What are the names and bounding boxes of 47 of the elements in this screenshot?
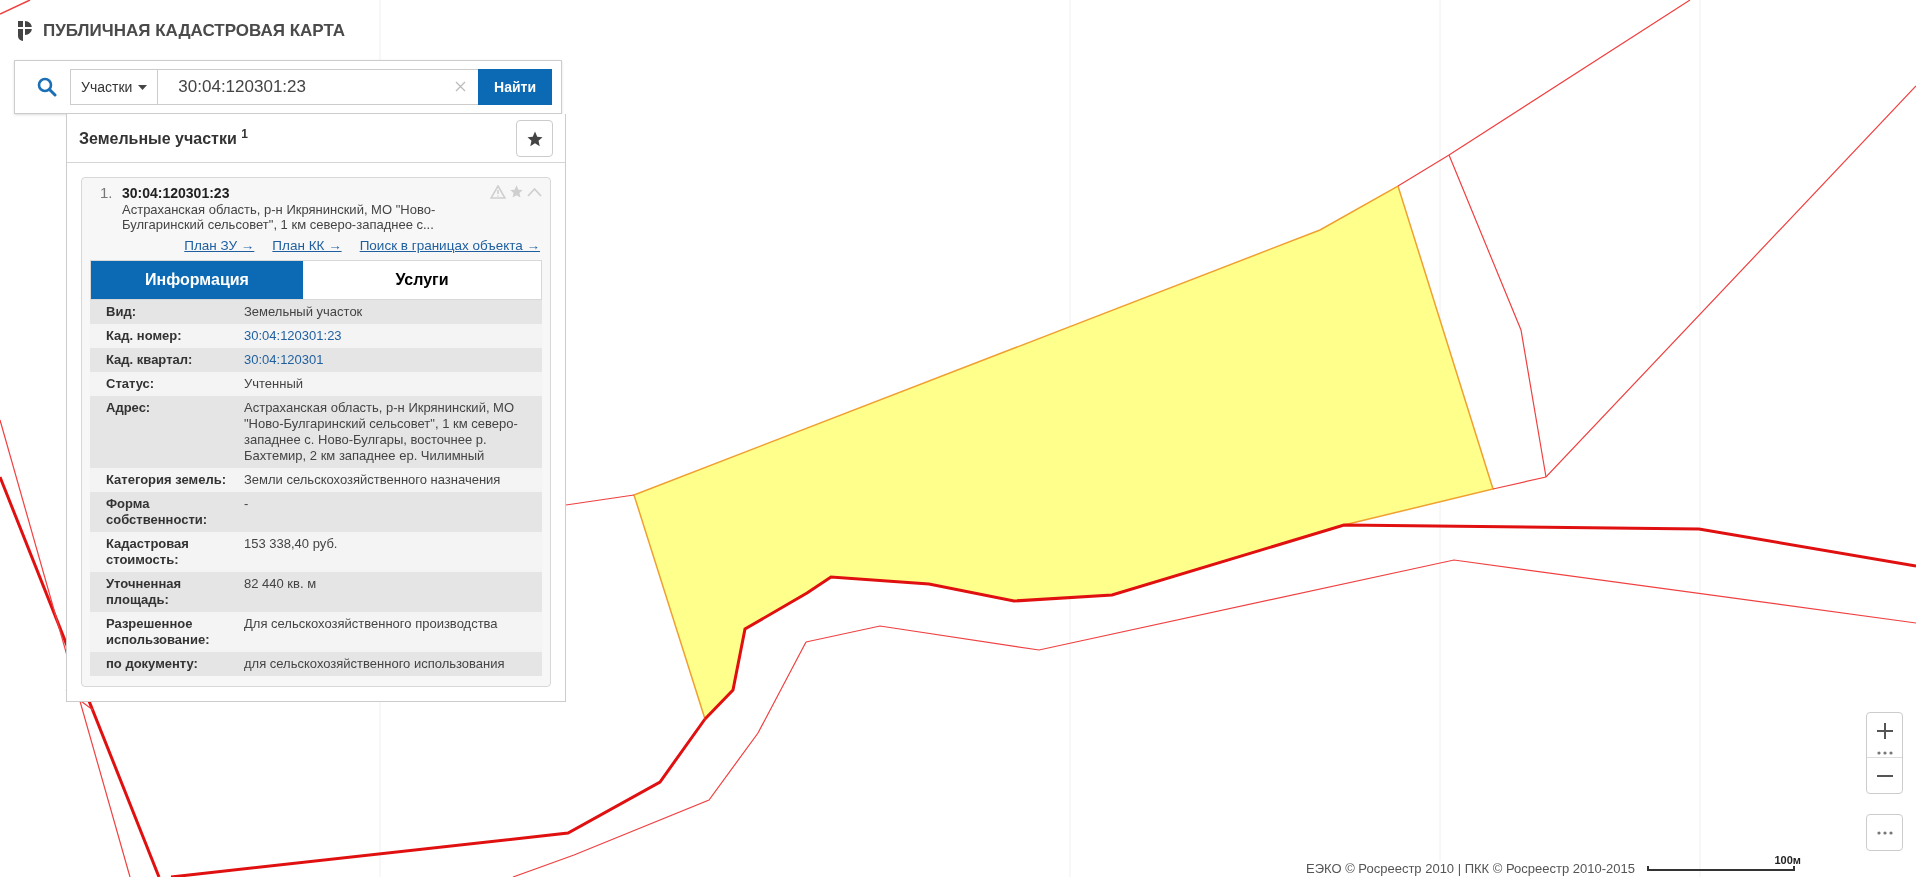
object-link[interactable]: Поиск в границах объекта → <box>359 236 540 257</box>
result-index: 1. <box>99 184 114 202</box>
results-title: Земельные участки $^{1}$ <box>79 126 248 149</box>
field-label: Категория земель: <box>106 472 227 489</box>
tab[interactable]: Услуги <box>303 261 541 300</box>
field-value: Земельный участок <box>244 304 364 321</box>
search-field[interactable]: 30:04:120301:23 <box>158 69 479 105</box>
object-link[interactable]: План ЗУ → <box>184 236 255 257</box>
field-link[interactable]: 30:04:120301 <box>244 352 526 369</box>
field-value: для сельскохозяйственного использования <box>244 656 506 673</box>
attribution: ЕЭКО © Росреестр 2010 | ПКК © Росреестр 2010-2015 <box>1306 861 1635 877</box>
field-value: - <box>244 496 250 514</box>
field-label: Кад. квартал: <box>106 352 194 369</box>
object-link[interactable]: План КК → <box>272 236 342 257</box>
field-value: Астраханская область, р-н Икрянинский, МО "Ново-Булгаринский сельсовет", 1 км северо-западнее с. Ново-Булгары, восточнее р. Бахтемир, 2 км западнее ер. Чилимный <box>244 400 519 465</box>
field-label: по документу: <box>106 656 199 673</box>
field-label: Форма собственности: <box>106 496 209 529</box>
field-label: Уточненная площадь: <box>106 576 183 609</box>
dots-icon <box>1876 830 1893 835</box>
field-value: 153 338,40 руб. <box>244 536 339 554</box>
minus-icon <box>1875 773 1894 778</box>
result-address: Астраханская область, р-н Икрянинский, МО "Ново-Булгаринский сельсовет", 1 км северо-западнее с... <box>122 202 437 232</box>
app-title: ПУБЛИЧНАЯ КАДАСТРОВАЯ КАРТА <box>43 20 345 42</box>
caret-icon <box>138 84 148 90</box>
field-label: Кадастровая стоимость: <box>106 536 190 569</box>
star-icon[interactable] <box>509 184 524 199</box>
tab[interactable]: Информация <box>91 261 303 300</box>
find-button[interactable]: Найти <box>478 69 552 105</box>
result-number[interactable]: 30:04:120301:23 <box>122 184 490 202</box>
field-label: Разрешенное использование: <box>106 616 211 649</box>
field-value: Для сельскохозяйственного производства <box>244 616 499 634</box>
scale-label: 100м <box>1774 854 1801 866</box>
field-link[interactable]: 30:04:120301:23 <box>244 328 526 345</box>
search-icon[interactable] <box>37 77 57 97</box>
field-value: 82 440 кв. м <box>244 576 318 594</box>
logo-icon <box>15 18 33 43</box>
field-label: Кад. номер: <box>106 328 183 345</box>
field-value: Земли сельскохозяйственного назначения <box>244 472 502 489</box>
field-label: Адрес: <box>106 400 152 418</box>
plus-icon <box>1875 722 1894 740</box>
field-label: Вид: <box>106 304 137 321</box>
field-label: Статус: <box>106 376 156 393</box>
field-value: Учтенный <box>244 376 305 393</box>
favorites-button[interactable] <box>516 120 553 157</box>
category-dropdown[interactable]: Участки <box>70 69 159 105</box>
dots-icon[interactable] <box>1876 751 1893 755</box>
search-bar[interactable]: Участки 30:04:120301:23 Найти <box>14 60 562 114</box>
